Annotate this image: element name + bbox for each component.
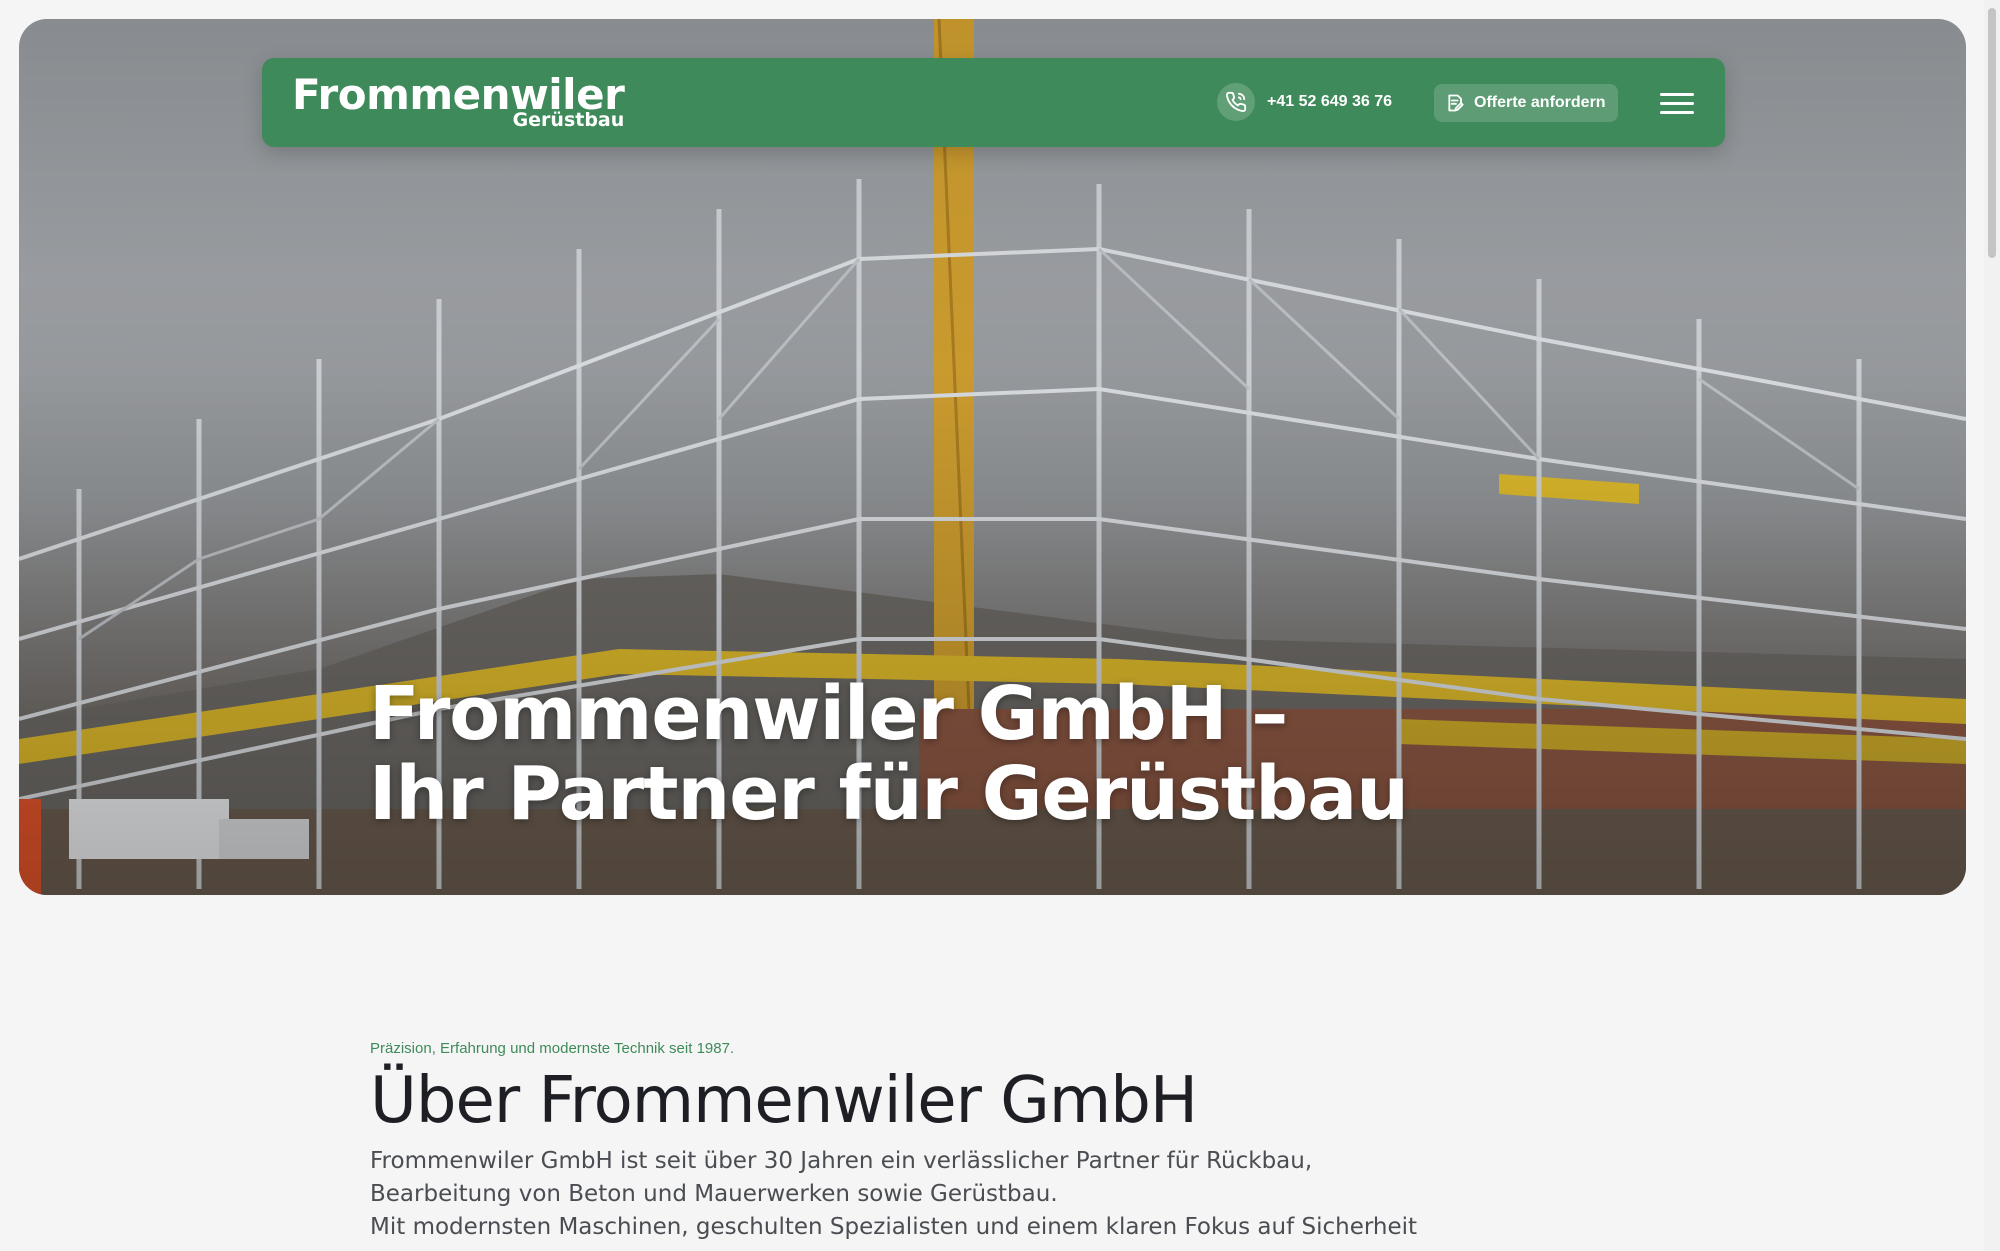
phone-number: +41 52 649 36 76 [1267, 93, 1393, 110]
page-scrollbar[interactable] [1984, 0, 2000, 1251]
phone-icon [1217, 83, 1255, 121]
offer-request-label: Offerte anfordern [1474, 94, 1606, 111]
phone-link[interactable]: +41 52 649 36 76 [1217, 82, 1392, 122]
about-section: Präzision, Erfahrung und modernste Techn… [370, 1040, 1420, 1244]
hero-title-line-1: Frommenwiler GmbH – [369, 671, 1288, 757]
document-edit-icon [1448, 94, 1464, 112]
brand-logo[interactable]: Frommenwiler Gerüstbau [292, 74, 625, 130]
hero-section: Frommenwiler GmbH – Ihr Partner für Gerü… [19, 19, 1966, 895]
about-line-3: Mit modernsten Maschinen, geschulten Spe… [370, 1214, 1418, 1240]
about-line-2: Bearbeitung von Beton und Mauerwerken so… [370, 1181, 1058, 1207]
header-navbar: Frommenwiler Gerüstbau +41 52 649 36 76 … [262, 58, 1725, 147]
about-line-1: Frommenwiler GmbH ist seit über 30 Jahre… [370, 1148, 1313, 1174]
about-eyebrow: Präzision, Erfahrung und modernste Techn… [370, 1040, 735, 1057]
hamburger-menu-icon[interactable] [1660, 86, 1694, 120]
scrollbar-thumb[interactable] [1988, 8, 1996, 258]
hero-title-line-2: Ihr Partner für Gerüstbau [369, 751, 1409, 837]
offer-request-button[interactable]: Offerte anfordern [1434, 84, 1618, 122]
about-description: Frommenwiler GmbH ist seit über 30 Jahre… [370, 1145, 1420, 1244]
about-title: Über Frommenwiler GmbH [370, 1064, 1198, 1138]
hero-title: Frommenwiler GmbH – Ihr Partner für Gerü… [369, 674, 1469, 834]
